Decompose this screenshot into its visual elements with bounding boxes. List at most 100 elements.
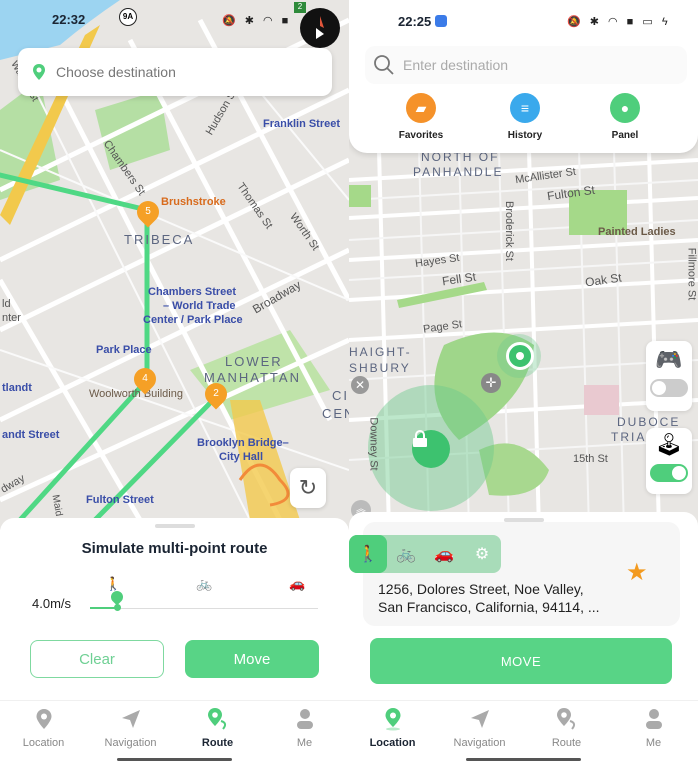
home-indicator [117, 758, 232, 761]
status-icons: 🔕 ✱ ◠ ■ ▭ ϟ [567, 16, 671, 28]
speed-value: 4.0m/s [32, 596, 72, 611]
destination-placeholder: Choose destination [56, 64, 176, 80]
compass-icon [316, 16, 324, 39]
tab-navigation[interactable]: Navigation [436, 705, 523, 749]
map-label: CEN [322, 406, 349, 421]
map-label: HAIGHT- [349, 345, 412, 359]
search-icon [374, 55, 394, 75]
refresh-button[interactable]: ↻ [290, 468, 326, 508]
person-icon [645, 709, 662, 729]
document-icon: ≡ [510, 93, 540, 123]
move-arrows-icon: ✛ [485, 375, 497, 390]
joystick-icon: 🕹 [655, 432, 683, 457]
bike-icon: 🚲 [396, 546, 416, 563]
folder-star-icon: ▰ [406, 93, 436, 123]
map-label: – World Trade [163, 300, 236, 312]
move-button[interactable]: MOVE [370, 638, 672, 684]
compass-button[interactable] [300, 8, 340, 48]
bike-mode-button[interactable]: 🚲 [387, 535, 425, 573]
home-indicator [466, 758, 581, 761]
sheet-title: Simulate multi-point route [81, 540, 268, 557]
map-label: City Hall [219, 451, 264, 463]
clear-button[interactable]: Clear [30, 640, 164, 678]
map-label: Center / Park Place [143, 314, 243, 326]
route-pin-icon [556, 708, 575, 730]
move-button[interactable]: Move [185, 640, 319, 678]
paper-plane-icon [121, 710, 140, 728]
map-label: LOWER [225, 354, 283, 369]
favorites-button[interactable]: ▰ Favorites [381, 93, 461, 141]
paper-plane-icon [470, 710, 489, 728]
speed-slider-thumb[interactable] [113, 604, 121, 611]
map-label: TRIBECA [124, 232, 195, 247]
tab-navigation[interactable]: Navigation [87, 705, 174, 749]
bike-icon[interactable]: 🚲 [196, 576, 212, 592]
tab-route[interactable]: Route [174, 705, 261, 749]
car-icon[interactable]: 🚗 [289, 576, 305, 592]
star-icon: ★ [626, 559, 648, 586]
search-placeholder: Enter destination [403, 57, 509, 73]
tab-route[interactable]: Route [523, 705, 610, 749]
map-label: Fulton Street [86, 494, 154, 506]
location-pin-icon [33, 64, 45, 80]
walk-icon: 🚶 [358, 546, 378, 563]
map-label: Brushstroke [161, 196, 226, 208]
map-label: 15th St [573, 453, 608, 465]
settings-mode-button[interactable]: ⚙ [463, 535, 501, 573]
map-label: Broderick St [502, 201, 515, 261]
gear-icon: ⚙ [474, 546, 490, 563]
location-pin-icon [36, 709, 51, 729]
map-label: andt Street [2, 429, 60, 441]
waypoint-marker[interactable]: 2 [200, 378, 232, 410]
map-label: Chambers Street [148, 286, 237, 298]
waypoint-marker[interactable]: 4 [129, 363, 161, 395]
walk-mode-button[interactable]: 🚶 [349, 535, 387, 573]
location-pin-icon: ● [610, 93, 640, 123]
route-screen: 22:32 9A 2 🔕 ✱ ◠ ■ Warren St Chambers St… [0, 0, 349, 765]
panel-button[interactable]: ● Panel [585, 93, 665, 141]
address-text: 1256, Dolores Street, Noe Valley, San Fr… [378, 581, 600, 615]
transport-mode-selector: 🚶 🚲 🚗 ⚙ [349, 535, 501, 573]
bottom-tab-bar: Location Navigation Route Me [0, 700, 349, 765]
map-label: Downey St [367, 417, 380, 471]
speed-slider[interactable] [90, 608, 318, 609]
map-label: Park Place [96, 344, 152, 356]
lock-button[interactable] [412, 430, 450, 468]
person-icon [296, 709, 313, 729]
car-mode-button[interactable]: 🚗 [425, 535, 463, 573]
close-area-button[interactable]: ✕ [351, 376, 369, 394]
lock-icon [413, 430, 427, 447]
history-button[interactable]: ≡ History [485, 93, 565, 141]
notification-icon [435, 15, 447, 27]
gamepad-card: 🎮 [646, 341, 692, 411]
location-screen: NORTH OF PANHANDLE McAllister St Fulton … [349, 0, 698, 765]
joystick-toggle[interactable] [650, 464, 688, 482]
gamepad-icon: 🎮 [655, 347, 683, 372]
gamepad-toggle[interactable] [650, 379, 688, 397]
tab-me[interactable]: Me [610, 705, 697, 749]
move-handle[interactable]: ✛ [481, 373, 501, 393]
tab-me[interactable]: Me [261, 705, 348, 749]
bottom-tab-bar: Location Navigation Route Me [349, 700, 698, 765]
tab-location[interactable]: Location [349, 705, 436, 749]
close-icon: ✕ [354, 378, 366, 392]
current-location-marker[interactable] [506, 342, 534, 370]
search-panel: 22:25 🔕 ✱ ◠ ■ ▭ ϟ Enter destination ▰ Fa… [349, 0, 698, 153]
drag-handle[interactable] [155, 524, 195, 528]
route-sheet: Simulate multi-point route 4.0m/s 🚶 🚲 🚗 … [0, 518, 349, 698]
tab-location[interactable]: Location [0, 705, 87, 749]
favorite-star-button[interactable]: ★ [626, 558, 648, 587]
road-badge: 9A [119, 8, 137, 26]
search-input[interactable]: Enter destination [365, 46, 687, 84]
map-label: DUBOCE [617, 415, 681, 429]
map-label: SHBURY [349, 361, 411, 375]
status-time: 22:25 [398, 14, 432, 29]
map-label: PANHANDLE [413, 165, 504, 179]
status-icons: 🔕 ✱ ◠ ■ [222, 15, 292, 27]
walk-icon[interactable]: 🚶 [105, 576, 121, 592]
map-label: nter [2, 312, 21, 324]
waypoint-marker[interactable]: 5 [132, 196, 164, 228]
map-label: ld [2, 298, 11, 310]
destination-input[interactable]: Choose destination [18, 48, 332, 96]
joystick-card: 🕹 [646, 428, 692, 494]
